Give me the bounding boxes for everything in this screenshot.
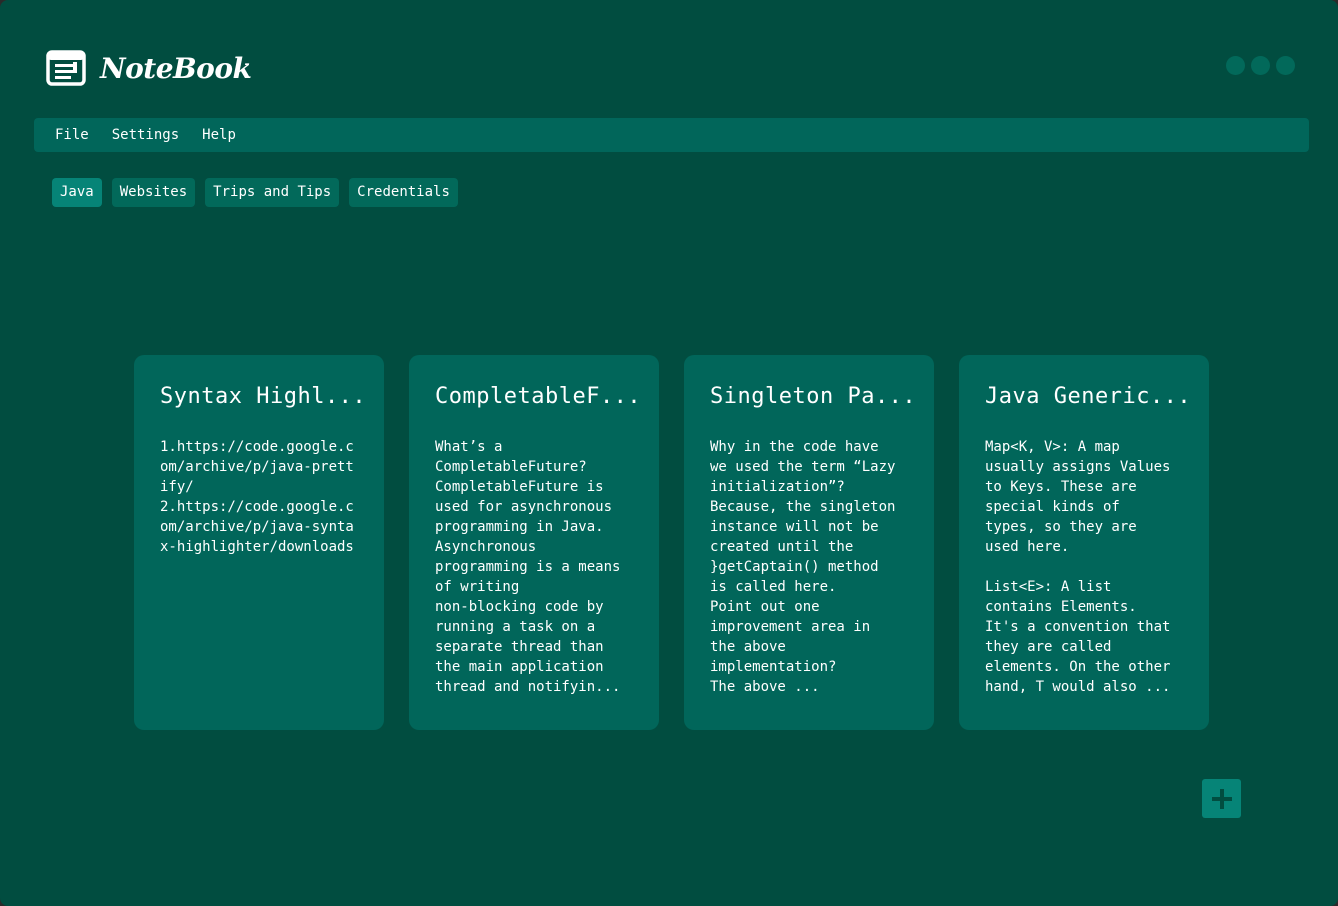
menu-help[interactable]: Help <box>202 127 236 143</box>
menu-settings[interactable]: Settings <box>112 127 179 143</box>
add-note-button[interactable] <box>1202 779 1241 818</box>
close-button[interactable] <box>1276 56 1295 75</box>
note-card[interactable]: Java Generic... Map<K, V>: A map usually… <box>959 355 1209 730</box>
note-body: What’s a CompletableFuture? CompletableF… <box>435 439 621 695</box>
notebook-icon <box>46 50 86 86</box>
notebook-window: NoteBook File Settings Help Java Website… <box>0 0 1338 906</box>
category-tabs: Java Websites Trips and Tips Credentials <box>52 178 458 207</box>
tab-websites[interactable]: Websites <box>111 178 196 207</box>
note-card[interactable]: Singleton Pa... Why in the code have we … <box>684 355 934 730</box>
menu-bar: File Settings Help <box>34 118 1309 152</box>
maximize-button[interactable] <box>1251 56 1270 75</box>
minimize-button[interactable] <box>1226 56 1245 75</box>
app-title: NoteBook <box>100 51 252 85</box>
menu-file[interactable]: File <box>55 127 89 143</box>
tab-credentials[interactable]: Credentials <box>349 178 458 207</box>
note-body: Map<K, V>: A map usually assigns Values … <box>985 439 1171 695</box>
tab-java[interactable]: Java <box>52 178 102 207</box>
note-cards: Syntax Highl... 1.https://code.google.co… <box>134 355 1209 730</box>
note-title: Syntax Highl... <box>160 384 367 409</box>
note-card[interactable]: CompletableF... What’s a CompletableFutu… <box>409 355 659 730</box>
window-controls <box>1226 56 1295 75</box>
plus-icon <box>1211 788 1232 809</box>
note-body: Why in the code have we used the term “L… <box>710 439 896 695</box>
note-title: Singleton Pa... <box>710 384 917 409</box>
note-card[interactable]: Syntax Highl... 1.https://code.google.co… <box>134 355 384 730</box>
tab-trips-and-tips[interactable]: Trips and Tips <box>205 178 340 207</box>
note-body: 1.https://code.google.com/archive/p/java… <box>160 439 354 555</box>
app-logo: NoteBook <box>46 48 252 88</box>
note-title: Java Generic... <box>985 384 1192 409</box>
note-title: CompletableF... <box>435 384 642 409</box>
